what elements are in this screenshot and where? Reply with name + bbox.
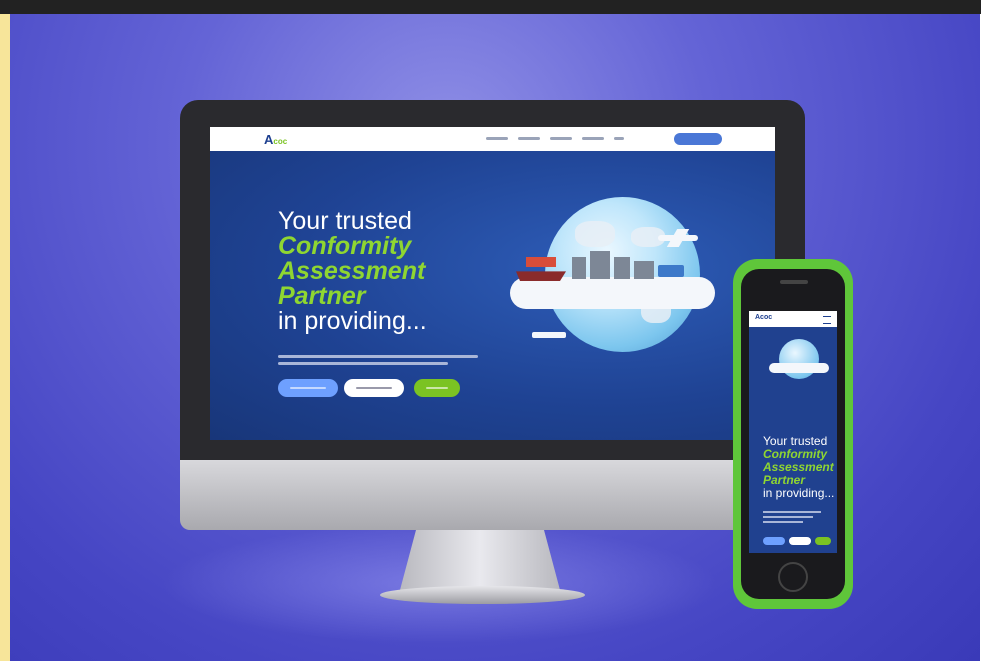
site-logo[interactable]: Acoc: [264, 132, 287, 147]
monitor-stand: [400, 530, 560, 590]
logo-text: coc: [273, 137, 288, 146]
desktop-website-screen: Acoc Your trusted Conformity Assessment …: [210, 127, 775, 440]
phone-home-button: [778, 562, 808, 592]
site-header: Acoc: [210, 127, 775, 151]
hamburger-icon[interactable]: [823, 316, 831, 324]
nav-links: [486, 137, 624, 140]
hero-line-4: Partner: [278, 282, 366, 310]
nav-link-1[interactable]: [486, 137, 508, 140]
building: [614, 257, 630, 279]
small-ship: [532, 332, 566, 338]
mobile-button-3[interactable]: [815, 537, 831, 545]
building: [634, 261, 654, 279]
monitor-chin: [180, 460, 805, 530]
mobile-cloud-band: [769, 363, 829, 373]
phone-speaker: [780, 280, 808, 284]
logo-mark: A: [264, 132, 274, 147]
nav-cta-button[interactable]: [674, 133, 722, 145]
left-edge-strip: [0, 14, 10, 661]
truck: [658, 265, 684, 277]
nav-link-2[interactable]: [518, 137, 540, 140]
hero-button-2[interactable]: [344, 379, 404, 397]
mobile-subtext-3: [763, 521, 803, 523]
nav-link-3[interactable]: [550, 137, 572, 140]
nav-link-5[interactable]: [614, 137, 624, 140]
mobile-website-screen: Acoc Your trusted Conformity Assessment …: [749, 311, 837, 553]
hero-button-1[interactable]: [278, 379, 338, 397]
hero-button-3[interactable]: [414, 379, 460, 397]
building: [590, 251, 610, 279]
mockup-scene: Acoc Your trusted Conformity Assessment …: [10, 14, 980, 661]
hero-line-1: Your trusted: [278, 207, 412, 235]
cloud-band: [510, 277, 715, 309]
mobile-subtext-2: [763, 516, 813, 518]
monitor-stand-base: [380, 586, 585, 604]
hero-subtext-line-2: [278, 362, 448, 365]
top-bar: [0, 0, 981, 14]
mobile-logo[interactable]: Acoc: [755, 314, 772, 321]
screenshot-frame: Acoc Your trusted Conformity Assessment …: [0, 0, 981, 661]
nav-link-4[interactable]: [582, 137, 604, 140]
ship-cargo: [526, 257, 556, 267]
airplane: [658, 235, 698, 241]
hero-line-2: Conformity: [278, 232, 412, 260]
mobile-subtext-1: [763, 511, 821, 513]
mobile-button-2[interactable]: [789, 537, 811, 545]
mobile-globe-illustration: [779, 339, 819, 379]
mobile-hero-line-5: in providing...: [763, 486, 835, 500]
hero-line-5: in providing...: [278, 307, 427, 335]
mobile-button-1[interactable]: [763, 537, 785, 545]
mobile-header: Acoc: [749, 311, 837, 327]
hero-subtext-line-1: [278, 355, 478, 358]
building: [572, 257, 586, 279]
hero-line-3: Assessment: [278, 257, 426, 285]
